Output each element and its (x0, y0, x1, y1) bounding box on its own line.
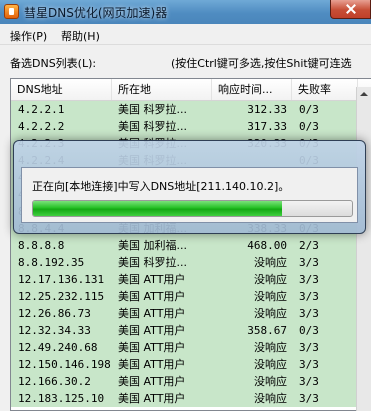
progress-bar (32, 200, 353, 217)
progress-panel: 正在向[本地连接]中写入DNS地址[211.140.10.2]。 (21, 167, 358, 223)
table-row[interactable]: 12.183.125.10 美国 ATT用户 没响应 3/3 (11, 390, 371, 407)
column-response-time[interactable]: 响应时间... (212, 79, 292, 100)
dns-address-cell: 12.150.146.198 (18, 358, 111, 371)
dns-address-cell: 12.26.86.73 (18, 307, 91, 320)
dns-address-cell: 8.8.192.35 (18, 256, 85, 269)
failure-rate-cell: 3/3 (299, 392, 319, 405)
failure-rate-cell: 2/3 (299, 239, 319, 252)
progress-dialog: 正在向[本地连接]中写入DNS地址[211.140.10.2]。 (13, 140, 366, 234)
table-row[interactable]: 12.17.136.131 美国 ATT用户 没响应 3/3 (11, 271, 371, 288)
close-button[interactable] (330, 0, 371, 19)
response-time-cell: 468.00 (247, 239, 287, 252)
progress-message: 正在向[本地连接]中写入DNS地址[211.140.10.2]。 (32, 180, 290, 193)
table-row[interactable]: 12.166.30.2 美国 ATT用户 没响应 3/3 (11, 373, 371, 390)
response-time-cell: 312.33 (247, 103, 287, 116)
location-cell: 美国 ATT用户 (118, 324, 186, 337)
table-row[interactable]: 12.26.86.73 美国 ATT用户 没响应 3/3 (11, 305, 371, 322)
response-time-cell: 没响应 (254, 375, 287, 388)
failure-rate-cell: 3/3 (299, 341, 319, 354)
location-cell: 美国 ATT用户 (118, 307, 186, 320)
failure-rate-cell: 3/3 (299, 273, 319, 286)
location-cell: 美国 ATT用户 (118, 358, 186, 371)
location-cell: 美国 科罗拉... (118, 256, 187, 269)
location-cell: 美国 ATT用户 (118, 290, 186, 303)
dns-address-cell: 12.183.125.10 (18, 392, 105, 405)
table-row[interactable]: 12.32.34.33 美国 ATT用户 358.67 0/3 (11, 322, 371, 339)
location-cell: 美国 加利福... (118, 239, 187, 252)
response-time-cell: 317.33 (247, 120, 287, 133)
table-row[interactable]: 12.150.146.198 美国 ATT用户 没响应 3/3 (11, 356, 371, 373)
failure-rate-cell: 3/3 (299, 358, 319, 371)
dns-address-cell: 12.49.240.68 (18, 341, 98, 354)
title-bar[interactable]: 彗星DNS优化(网页加速)器 (0, 0, 371, 24)
failure-rate-cell: 0/3 (299, 324, 319, 337)
failure-rate-cell: 3/3 (299, 290, 319, 303)
table-row[interactable]: 12.49.240.68 美国 ATT用户 没响应 3/3 (11, 339, 371, 356)
dns-address-cell: 12.17.136.131 (18, 273, 105, 286)
failure-rate-cell: 3/3 (299, 256, 319, 269)
vertical-scrollbar[interactable] (356, 87, 371, 411)
location-cell: 美国 ATT用户 (118, 273, 186, 286)
app-icon (4, 4, 19, 19)
dns-address-cell: 8.8.8.8 (18, 239, 65, 252)
table-row[interactable]: 8.8.8.8 美国 加利福... 468.00 2/3 (11, 237, 371, 254)
location-cell: 美国 科罗拉... (118, 120, 187, 133)
list-header: DNS地址 所在地 响应时间... 失败率 (11, 79, 371, 101)
response-time-cell: 没响应 (254, 358, 287, 371)
selection-hint: (按住Ctrl键可多选,按住Shit键可连选 (171, 57, 352, 70)
dns-address-cell: 12.25.232.115 (18, 290, 105, 303)
response-time-cell: 没响应 (254, 341, 287, 354)
dns-address-cell: 4.2.2.1 (18, 103, 65, 116)
progress-fill (33, 201, 282, 216)
table-row[interactable]: 4.2.2.1 美国 科罗拉... 312.33 0/3 (11, 101, 371, 118)
table-row[interactable]: 8.8.192.35 美国 科罗拉... 没响应 3/3 (11, 254, 371, 271)
location-cell: 美国 ATT用户 (118, 375, 186, 388)
menu-help[interactable]: 帮助(H) (61, 28, 100, 44)
response-time-cell: 没响应 (254, 392, 287, 405)
location-cell: 美国 ATT用户 (118, 341, 186, 354)
failure-rate-cell: 0/3 (299, 120, 319, 133)
dns-address-cell: 4.2.2.2 (18, 120, 65, 133)
dns-address-cell: 12.32.34.33 (18, 324, 91, 337)
failure-rate-cell: 3/3 (299, 307, 319, 320)
response-time-cell: 没响应 (254, 273, 287, 286)
location-cell: 美国 科罗拉... (118, 103, 187, 116)
column-failure-rate[interactable]: 失败率 (292, 79, 358, 100)
dns-list-label: 备选DNS列表(L): (10, 57, 97, 70)
menu-bar: 操作(P) 帮助(H) (0, 24, 371, 45)
failure-rate-cell: 3/3 (299, 375, 319, 388)
response-time-cell: 没响应 (254, 307, 287, 320)
table-row[interactable]: 4.2.2.2 美国 科罗拉... 317.33 0/3 (11, 118, 371, 135)
column-location[interactable]: 所在地 (112, 79, 212, 100)
table-row[interactable]: 12.25.232.115 美国 ATT用户 没响应 3/3 (11, 288, 371, 305)
menu-operation[interactable]: 操作(P) (10, 28, 47, 44)
response-time-cell: 没响应 (254, 290, 287, 303)
failure-rate-cell: 0/3 (299, 103, 319, 116)
scroll-up-arrow-icon[interactable] (357, 87, 371, 101)
location-cell: 美国 ATT用户 (118, 392, 186, 405)
dns-list[interactable]: DNS地址 所在地 响应时间... 失败率 4.2.2.1 美国 科罗拉... 31… (10, 78, 371, 411)
response-time-cell: 没响应 (254, 256, 287, 269)
dns-address-cell: 12.166.30.2 (18, 375, 91, 388)
window-title: 彗星DNS优化(网页加速)器 (24, 6, 168, 20)
column-dns-address[interactable]: DNS地址 (11, 79, 112, 100)
response-time-cell: 358.67 (247, 324, 287, 337)
